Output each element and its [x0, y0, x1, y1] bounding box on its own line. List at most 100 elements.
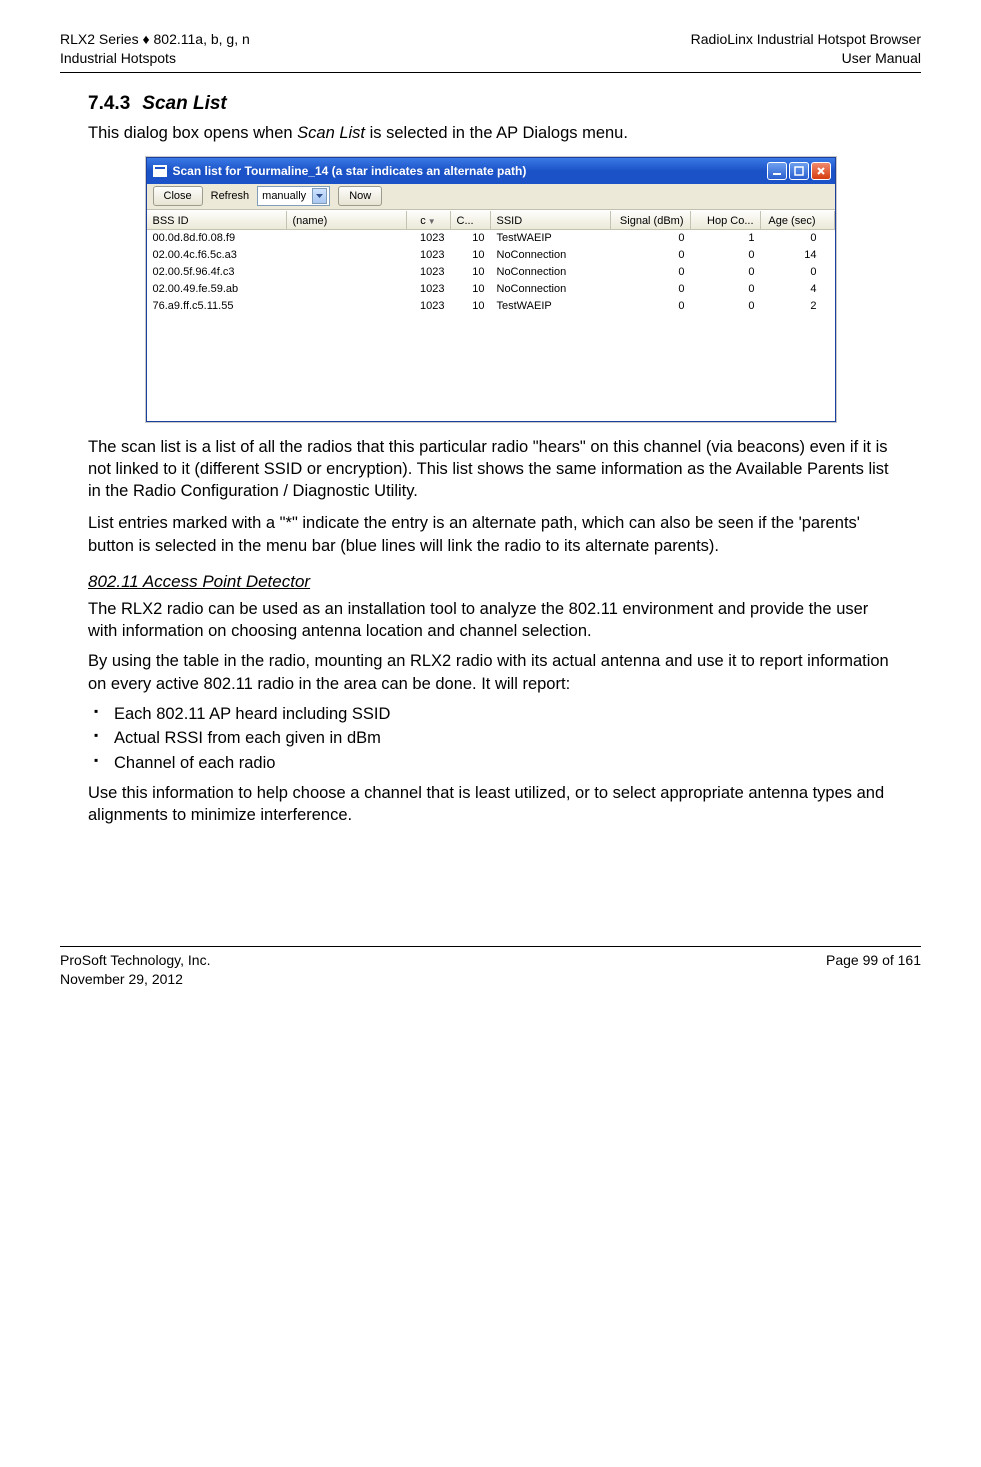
cell: 10: [451, 248, 491, 263]
header-left-1: RLX2 Series ♦ 802.11a, b, g, n: [60, 30, 250, 49]
maximize-icon: [794, 166, 804, 176]
cell: 76.a9.ff.c5.11.55: [147, 299, 287, 314]
subheading-ap-detector: 802.11 Access Point Detector: [88, 571, 893, 594]
col-c-label: c: [420, 215, 426, 227]
cell: 10: [451, 299, 491, 314]
header-rule: [60, 72, 921, 73]
window-icon: [153, 165, 167, 177]
cell: NoConnection: [491, 248, 611, 263]
cell: 0: [761, 231, 835, 246]
bullet-list: Each 802.11 AP heard including SSIDActua…: [88, 703, 893, 774]
cell: 02.00.5f.96.4f.c3: [147, 265, 287, 280]
section-heading: 7.4.3 Scan List: [88, 91, 893, 117]
col-age[interactable]: Age (sec): [761, 211, 835, 229]
paragraph-star-note: List entries marked with a "*" indicate …: [88, 512, 893, 557]
list-item: Actual RSSI from each given in dBm: [88, 727, 893, 749]
cell: 0: [611, 299, 691, 314]
cell: 0: [761, 265, 835, 280]
minimize-button[interactable]: [767, 162, 787, 180]
header-left-2: Industrial Hotspots: [60, 49, 250, 68]
window-titlebar[interactable]: Scan list for Tourmaline_14 (a star indi…: [147, 158, 835, 184]
col-name[interactable]: (name): [287, 211, 407, 229]
cell: 14: [761, 248, 835, 263]
cell: 0: [611, 265, 691, 280]
col-hop[interactable]: Hop Co...: [691, 211, 761, 229]
refresh-select[interactable]: manually: [257, 186, 330, 206]
section-title: Scan List: [142, 93, 226, 114]
window-buttons: [767, 162, 831, 180]
cell: 0: [691, 299, 761, 314]
footer-rule: [60, 946, 921, 947]
cell: 0: [611, 248, 691, 263]
intro-post: is selected in the AP Dialogs menu.: [365, 124, 628, 142]
list-item: Channel of each radio: [88, 752, 893, 774]
chevron-down-icon: [312, 188, 327, 204]
maximize-button[interactable]: [789, 162, 809, 180]
cell: 10: [451, 265, 491, 280]
header-right-1: RadioLinx Industrial Hotspot Browser: [691, 30, 921, 49]
footer-left-1: ProSoft Technology, Inc.: [60, 951, 210, 970]
section-number: 7.4.3: [88, 93, 130, 114]
cell: 0: [691, 248, 761, 263]
col-ssid[interactable]: SSID: [491, 211, 611, 229]
cell: 4: [761, 282, 835, 297]
cell: TestWAEIP: [491, 299, 611, 314]
intro-pre: This dialog box opens when: [88, 124, 297, 142]
close-window-button[interactable]: [811, 162, 831, 180]
screenshot-container: Scan list for Tourmaline_14 (a star indi…: [88, 157, 893, 422]
page-footer: ProSoft Technology, Inc. November 29, 20…: [60, 946, 921, 989]
refresh-label: Refresh: [211, 189, 250, 204]
cell: NoConnection: [491, 265, 611, 280]
header-right-2: User Manual: [691, 49, 921, 68]
paragraph-ap-detector-2: By using the table in the radio, mountin…: [88, 650, 893, 695]
cell: 1: [691, 231, 761, 246]
close-button[interactable]: Close: [153, 186, 203, 206]
window-toolbar: Close Refresh manually Now: [147, 184, 835, 210]
cell: TestWAEIP: [491, 231, 611, 246]
col-signal[interactable]: Signal (dBm): [611, 211, 691, 229]
table-row[interactable]: 76.a9.ff.c5.11.55102310TestWAEIP002: [147, 298, 835, 315]
paragraph-ap-detector-3: Use this information to help choose a ch…: [88, 782, 893, 827]
cell: 2: [761, 299, 835, 314]
table-row[interactable]: 02.00.4c.f6.5c.a3102310NoConnection0014: [147, 247, 835, 264]
table-row[interactable]: 00.0d.8d.f0.08.f9102310TestWAEIP010: [147, 230, 835, 247]
table-row[interactable]: 02.00.5f.96.4f.c3102310NoConnection000: [147, 264, 835, 281]
paragraph-scan-list-desc: The scan list is a list of all the radio…: [88, 436, 893, 503]
cell: 10: [451, 282, 491, 297]
col-bss[interactable]: BSS ID: [147, 211, 287, 229]
minimize-icon: [772, 166, 782, 176]
grid-body[interactable]: 00.0d.8d.f0.08.f9102310TestWAEIP01002.00…: [147, 230, 835, 421]
cell: 1023: [407, 299, 451, 314]
grid-header: BSS ID (name) c▼ C... SSID Signal (dBm) …: [147, 210, 835, 230]
page-header: RLX2 Series ♦ 802.11a, b, g, n Industria…: [60, 30, 921, 68]
footer-left-2: November 29, 2012: [60, 970, 210, 989]
cell: 0: [691, 265, 761, 280]
col-c[interactable]: c▼: [407, 211, 451, 229]
table-row[interactable]: 02.00.49.fe.59.ab102310NoConnection004: [147, 281, 835, 298]
cell: 02.00.49.fe.59.ab: [147, 282, 287, 297]
cell: 0: [611, 231, 691, 246]
close-icon: [816, 166, 826, 176]
page-content: 7.4.3 Scan List This dialog box opens whe…: [60, 91, 921, 827]
window-title: Scan list for Tourmaline_14 (a star indi…: [173, 163, 767, 179]
paragraph-ap-detector-1: The RLX2 radio can be used as an install…: [88, 598, 893, 643]
footer-right-1: Page 99 of 161: [826, 951, 921, 970]
cell: NoConnection: [491, 282, 611, 297]
cell: 1023: [407, 265, 451, 280]
list-item: Each 802.11 AP heard including SSID: [88, 703, 893, 725]
cell: 10: [451, 231, 491, 246]
cell: 0: [691, 282, 761, 297]
cell: 1023: [407, 282, 451, 297]
cell: 00.0d.8d.f0.08.f9: [147, 231, 287, 246]
sort-desc-icon: ▼: [428, 217, 436, 226]
now-button[interactable]: Now: [338, 186, 382, 206]
cell: 0: [611, 282, 691, 297]
intro-paragraph: This dialog box opens when Scan List is …: [88, 122, 893, 144]
cell: 02.00.4c.f6.5c.a3: [147, 248, 287, 263]
col-c2[interactable]: C...: [451, 211, 491, 229]
intro-em: Scan List: [297, 124, 365, 142]
cell: 1023: [407, 231, 451, 246]
refresh-select-value: manually: [262, 189, 306, 204]
scan-list-window: Scan list for Tourmaline_14 (a star indi…: [146, 157, 836, 422]
cell: 1023: [407, 248, 451, 263]
